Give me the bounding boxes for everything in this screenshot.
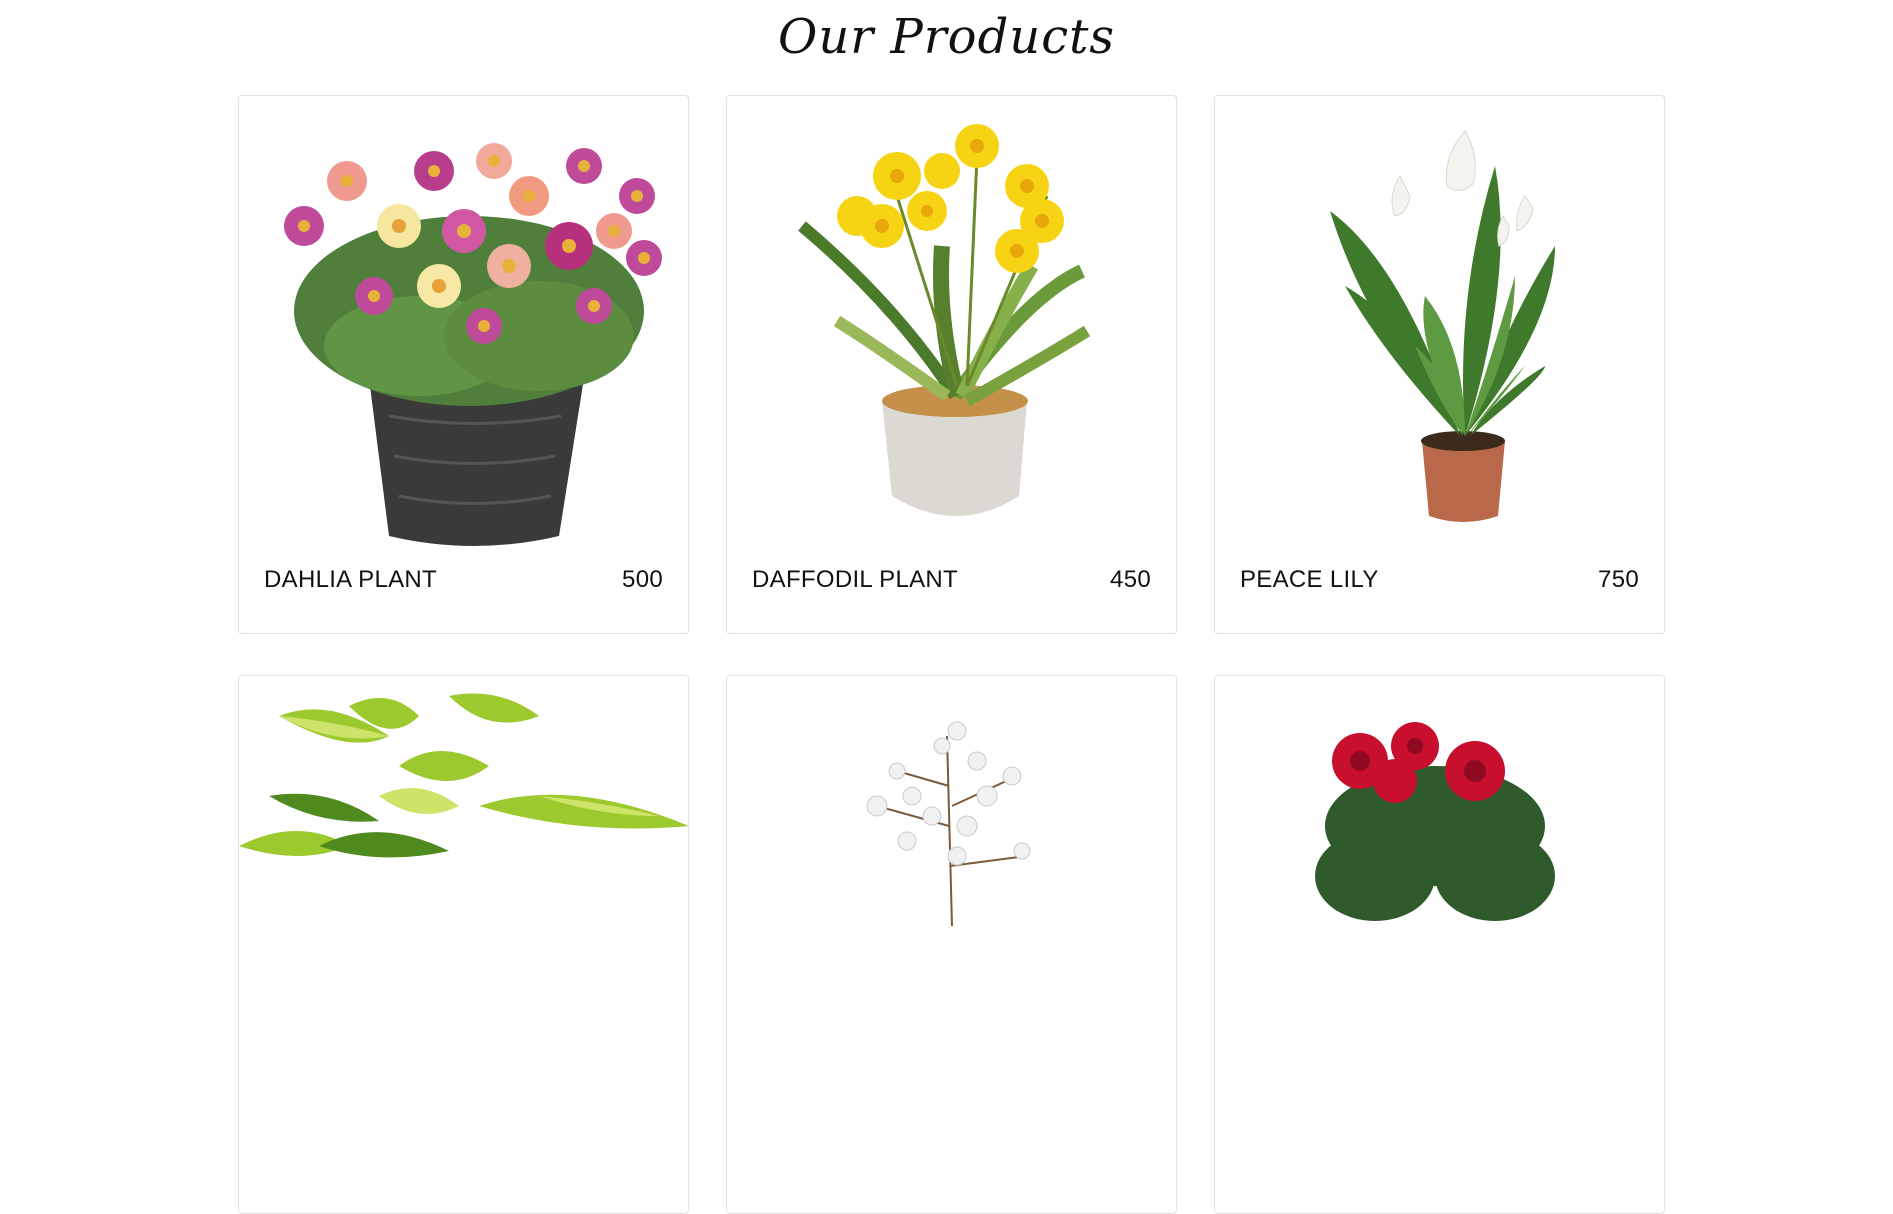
red-rose-plant-image[interactable] (1215, 676, 1664, 1131)
product-card-daffodil[interactable]: DAFFODIL PLANT 450 (726, 95, 1177, 634)
pothos-plant-image[interactable] (239, 676, 688, 1131)
product-price: 450 (1110, 566, 1151, 593)
page-title: Our Products (777, 9, 1116, 65)
product-card-white-blossom[interactable] (726, 675, 1177, 1214)
product-name: DAFFODIL PLANT (752, 566, 959, 593)
peace-lily-image[interactable] (1215, 96, 1664, 551)
product-meta: DAHLIA PLANT 500 (264, 566, 663, 594)
white-blossom-plant-image[interactable] (727, 676, 1176, 1131)
product-meta: DAFFODIL PLANT 450 (752, 566, 1151, 594)
product-price: 750 (1598, 566, 1639, 593)
product-card-pothos[interactable] (238, 675, 689, 1214)
dahlia-plant-image[interactable] (239, 96, 688, 551)
product-grid: DAHLIA PLANT 500 DAFFODIL PLANT 450 PEAC… (238, 95, 1665, 1214)
product-name: DAHLIA PLANT (264, 566, 437, 593)
product-name: PEACE LILY (1240, 566, 1379, 593)
product-card-dahlia[interactable]: DAHLIA PLANT 500 (238, 95, 689, 634)
product-card-red-rose[interactable] (1214, 675, 1665, 1214)
product-card-peace-lily[interactable]: PEACE LILY 750 (1214, 95, 1665, 634)
daffodil-plant-image[interactable] (727, 96, 1176, 551)
product-meta: PEACE LILY 750 (1240, 566, 1639, 594)
product-price: 500 (622, 566, 663, 593)
